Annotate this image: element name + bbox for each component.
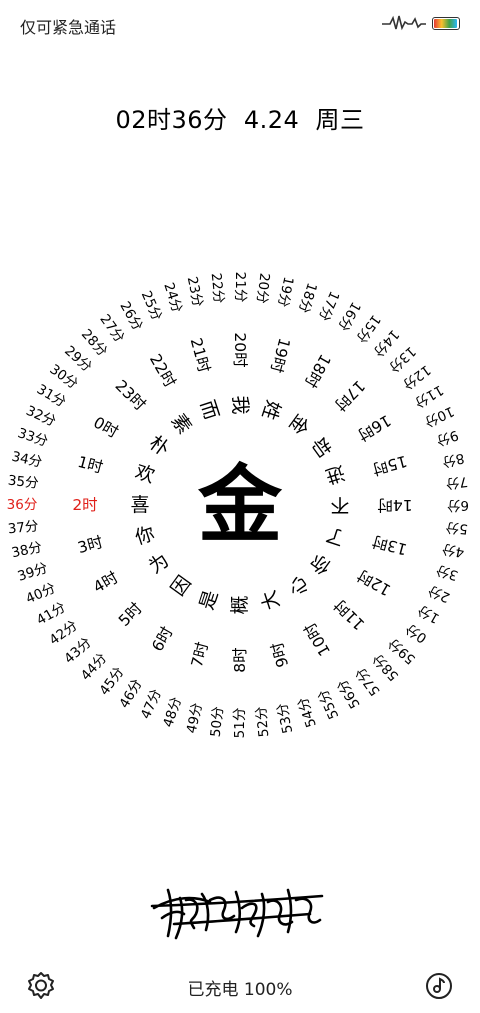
phrase-char: 你 — [307, 549, 335, 578]
hour-label: 3时 — [76, 533, 105, 557]
minute-label-current: 36分 — [7, 497, 38, 513]
hour-label: 5时 — [115, 599, 146, 630]
minute-label: 2分 — [426, 582, 453, 606]
phrase-char: 欢 — [132, 461, 157, 488]
minute-label: 32分 — [24, 403, 59, 430]
minute-label: 33分 — [16, 425, 50, 450]
text-clock: 0分1分2分3分4分5分6分7分8分9分10分11分12分13分14分15分16… — [7, 272, 469, 739]
hour-label: 1时 — [76, 453, 105, 477]
phrase-char: 不 — [330, 494, 349, 516]
phrase-char: 我 — [229, 395, 251, 414]
minute-label: 4分 — [441, 540, 466, 560]
minute-label: 51分 — [232, 708, 248, 739]
phrase-char: 为 — [145, 549, 173, 578]
phrase-char: 而 — [196, 397, 223, 422]
minute-label: 7分 — [445, 473, 469, 491]
minute-label: 17分 — [315, 289, 342, 324]
hour-label: 22时 — [146, 351, 179, 391]
minute-label: 18分 — [295, 281, 320, 315]
minute-label: 49分 — [184, 702, 206, 735]
hour-label: 4时 — [90, 568, 121, 596]
minute-label: 20分 — [253, 272, 272, 304]
minute-label: 52分 — [253, 706, 272, 738]
minute-label: 22分 — [208, 272, 227, 304]
minute-label: 8分 — [441, 450, 466, 470]
phrase-char: 你 — [132, 523, 157, 550]
hour-label: 19时 — [267, 336, 294, 375]
phrase-char: 喜 — [130, 494, 149, 516]
hour-label: 15时 — [370, 452, 409, 479]
phrase-char: 大 — [258, 588, 285, 613]
center-character: 金 — [198, 456, 283, 554]
signature-logo — [150, 888, 324, 940]
phrase-char: 朴 — [145, 432, 173, 461]
hour-label: 8时 — [231, 647, 249, 672]
phrase-char: 进 — [323, 461, 348, 488]
minute-label: 6分 — [447, 497, 469, 513]
hour-label: 10时 — [301, 619, 334, 659]
phrase-char: 了 — [323, 523, 348, 550]
minute-label: 3分 — [434, 561, 460, 583]
minute-label: 23分 — [184, 275, 206, 308]
phrase-char: 因 — [167, 572, 196, 600]
hour-label: 16时 — [354, 411, 394, 444]
phrase-char: 心 — [284, 572, 313, 600]
minute-label: 38分 — [10, 539, 43, 561]
minute-label: 35分 — [7, 473, 39, 492]
hour-label: 14时 — [377, 496, 412, 514]
minute-label: 39分 — [16, 560, 50, 585]
hour-label: 6时 — [148, 624, 176, 655]
minute-label: 47分 — [138, 687, 165, 722]
hour-label: 21时 — [187, 336, 214, 375]
hour-label: 18时 — [301, 351, 334, 391]
hour-label: 17时 — [331, 377, 369, 415]
charge-status: 已充电 100% — [187, 980, 293, 1000]
phrase-char: 姓 — [258, 397, 285, 422]
minute-label: 53分 — [274, 702, 296, 735]
hour-label: 20时 — [231, 332, 249, 367]
minute-label: 50分 — [208, 706, 227, 738]
hour-label-current: 2时 — [72, 496, 97, 514]
minute-label: 9分 — [434, 427, 460, 449]
minute-label: 34分 — [10, 449, 43, 471]
hour-label: 7时 — [188, 640, 212, 669]
phrase-char: 概 — [229, 595, 251, 614]
minute-label: 24分 — [160, 281, 185, 315]
bottom-bar: 已充电 100% — [0, 965, 480, 1009]
hour-label: 12时 — [354, 566, 394, 599]
minute-label: 37分 — [7, 518, 39, 537]
minute-label: 19分 — [274, 275, 296, 308]
phrase-char: 素 — [167, 410, 196, 438]
minute-label: 0分 — [403, 620, 430, 646]
hour-label: 0时 — [90, 413, 121, 441]
phrase-char: 却 — [307, 432, 335, 461]
minute-label: 54分 — [295, 695, 320, 729]
hour-label: 13时 — [370, 532, 409, 559]
hour-label: 11时 — [331, 596, 369, 634]
minute-label: 5分 — [445, 519, 469, 537]
minute-label: 48分 — [160, 695, 185, 729]
phrase-char: 是 — [196, 588, 223, 613]
minute-label: 21分 — [232, 272, 248, 303]
music-disc-icon[interactable] — [424, 971, 454, 1001]
hour-label: 23时 — [112, 377, 150, 415]
phrase-char: 金 — [284, 410, 313, 438]
minute-label: 1分 — [415, 602, 442, 627]
hour-label: 9时 — [268, 640, 292, 669]
